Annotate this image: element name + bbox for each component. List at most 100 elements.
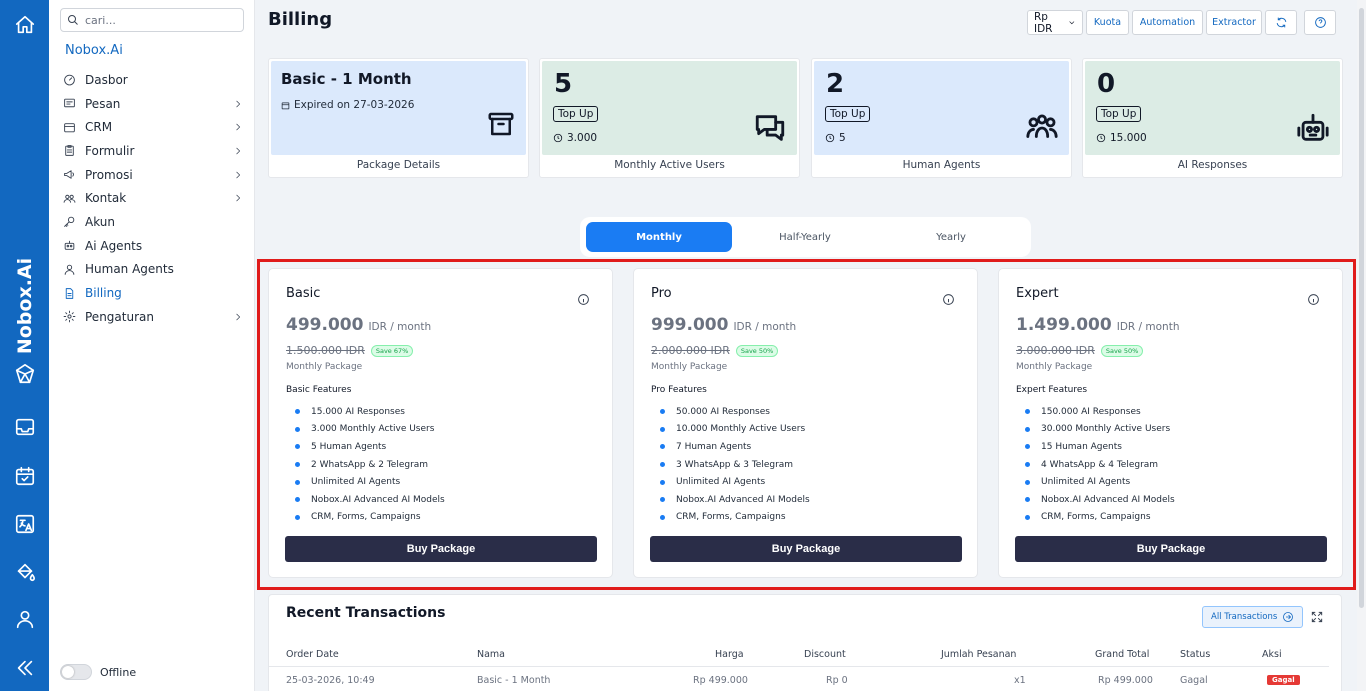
stat-value: 0 — [1097, 69, 1116, 99]
list-item: 15 Human Agents — [1025, 438, 1175, 456]
scrollbar[interactable] — [1357, 0, 1366, 691]
features-title: Expert Features — [1016, 385, 1088, 395]
features-title: Pro Features — [651, 385, 707, 395]
megaphone-icon — [64, 170, 74, 179]
sidebar-menu: Dasbor Pesan CRM Formulir Promosi Kontak — [63, 68, 247, 329]
search-icon — [68, 15, 78, 25]
save-badge: Save 50% — [735, 344, 779, 357]
plan-old-price: 3.000.000 IDR Save 50% — [1016, 344, 1144, 357]
sidebar-item-crm[interactable]: CRM — [63, 115, 247, 139]
stat-caption: Package Details — [356, 159, 441, 171]
plan-card-pro: Pro 999.000 IDR / month 2.000.000 IDR Sa… — [633, 268, 978, 578]
sidebar-item-promosi[interactable]: Promosi — [63, 163, 247, 187]
sidebar: Nobox.Ai Dasbor Pesan CRM Formulir Promo… — [49, 0, 255, 691]
sidebar-item-label: Promosi — [85, 167, 133, 182]
sidebar-item-pesan[interactable]: Pesan — [63, 92, 247, 116]
paint-bucket-icon[interactable] — [12, 559, 37, 584]
search-input[interactable] — [85, 13, 235, 27]
toolbar: Rp IDR Kuota Automation Extractor — [1027, 10, 1336, 35]
calendar-check-icon[interactable] — [12, 463, 37, 488]
crm-icon — [64, 122, 75, 133]
info-icon[interactable] — [1307, 291, 1320, 305]
buy-package-button[interactable]: Buy Package — [650, 536, 962, 562]
sidebar-item-formulir[interactable]: Formulir — [63, 139, 247, 163]
search-box[interactable] — [60, 8, 244, 32]
tab-monthly[interactable]: Monthly — [586, 222, 732, 252]
automation-button[interactable]: Automation — [1132, 10, 1203, 35]
contacts-icon — [63, 194, 76, 203]
sidebar-item-dasbor[interactable]: Dasbor — [63, 68, 247, 92]
list-item: 7 Human Agents — [660, 438, 810, 456]
package-label: Monthly Package — [651, 362, 728, 372]
offline-toggle-row: Offline — [60, 664, 136, 680]
all-transactions-button[interactable]: All Transactions — [1202, 606, 1304, 628]
online-toggle[interactable] — [60, 664, 92, 680]
sidebar-item-label: Pesan — [85, 96, 121, 111]
plan-card-basic: Basic 499.000 IDR / month 1.500.000 IDR … — [268, 268, 613, 578]
package-label: Monthly Package — [286, 362, 363, 372]
topup-button[interactable]: Top Up — [825, 106, 871, 122]
list-item: CRM, Forms, Campaigns — [660, 509, 810, 527]
list-item: 10.000 Monthly Active Users — [660, 421, 810, 439]
stat-value: 5 — [554, 69, 573, 99]
tab-half-yearly[interactable]: Half-Yearly — [732, 222, 878, 252]
brand-vertical: Nobox.Ai — [13, 257, 36, 355]
sidebar-item-ai-agents[interactable]: Ai Agents — [63, 234, 247, 258]
sidebar-item-billing[interactable]: Billing — [63, 281, 247, 305]
info-icon[interactable] — [577, 291, 590, 305]
home-icon[interactable] — [12, 12, 37, 37]
sidebar-title: Nobox.Ai — [65, 43, 123, 58]
info-icon[interactable] — [942, 291, 955, 305]
list-item: 3 WhatsApp & 3 Telegram — [660, 456, 810, 474]
plan-old-price: 2.000.000 IDR Save 50% — [651, 344, 779, 357]
human-agents-card: 2 Top Up 5 Human Agents — [811, 58, 1072, 178]
topup-button[interactable]: Top Up — [553, 106, 599, 122]
currency-select[interactable]: Rp IDR — [1027, 10, 1083, 35]
plan-price: 499.000 IDR / month — [286, 315, 432, 335]
sidebar-item-akun[interactable]: Akun — [63, 210, 247, 234]
stat-value: 2 — [826, 69, 845, 99]
list-item: Nobox.AI Advanced AI Models — [660, 491, 810, 509]
refresh-icon — [1276, 17, 1286, 28]
calendar-icon — [281, 102, 290, 109]
expand-icon — [1311, 611, 1323, 623]
help-button[interactable] — [1304, 10, 1336, 35]
robot-icon — [64, 240, 75, 250]
chevron-right-icon — [236, 313, 241, 320]
box-icon — [486, 109, 516, 139]
refresh-button[interactable] — [1265, 10, 1297, 35]
chevron-right-icon — [236, 123, 241, 131]
extractor-button[interactable]: Extractor — [1206, 10, 1262, 35]
sidebar-item-human-agents[interactable]: Human Agents — [63, 258, 247, 282]
plan-name: Basic — [286, 286, 321, 301]
sidebar-item-label: Dasbor — [85, 72, 128, 87]
sidebar-item-pengaturan[interactable]: Pengaturan — [63, 305, 247, 329]
tab-yearly[interactable]: Yearly — [878, 222, 1024, 252]
document-icon — [65, 287, 74, 299]
list-item: 4 WhatsApp & 4 Telegram — [1025, 456, 1175, 474]
scrollbar-thumb[interactable] — [1359, 8, 1364, 608]
dashboard-icon — [64, 75, 75, 86]
kuota-button[interactable]: Kuota — [1086, 10, 1129, 35]
translate-icon[interactable] — [12, 511, 37, 536]
list-item: CRM, Forms, Campaigns — [295, 509, 445, 527]
topup-button[interactable]: Top Up — [1096, 106, 1142, 122]
chat-bubbles-icon — [753, 111, 787, 145]
clock-icon — [553, 133, 563, 143]
stat-caption: Monthly Active Users — [614, 159, 725, 171]
sidebar-item-kontak[interactable]: Kontak — [63, 186, 247, 210]
sidebar-item-label: CRM — [85, 120, 113, 135]
status-badge[interactable]: Gagal — [1267, 675, 1300, 685]
stat-caption: AI Responses — [1177, 159, 1248, 171]
plan-price: 1.499.000 IDR / month — [1016, 315, 1180, 335]
expand-button[interactable] — [1310, 609, 1324, 623]
expiry-date: Expired on 27-03-2026 — [281, 99, 414, 111]
buy-package-button[interactable]: Buy Package — [285, 536, 597, 562]
inbox-icon[interactable] — [12, 414, 37, 439]
currency-value: Rp IDR — [1034, 10, 1053, 35]
buy-package-button[interactable]: Buy Package — [1015, 536, 1327, 562]
sidebar-item-label: Kontak — [85, 191, 127, 206]
collapse-icon[interactable] — [12, 655, 37, 680]
user-icon[interactable] — [12, 606, 37, 631]
features-title: Basic Features — [286, 385, 352, 395]
